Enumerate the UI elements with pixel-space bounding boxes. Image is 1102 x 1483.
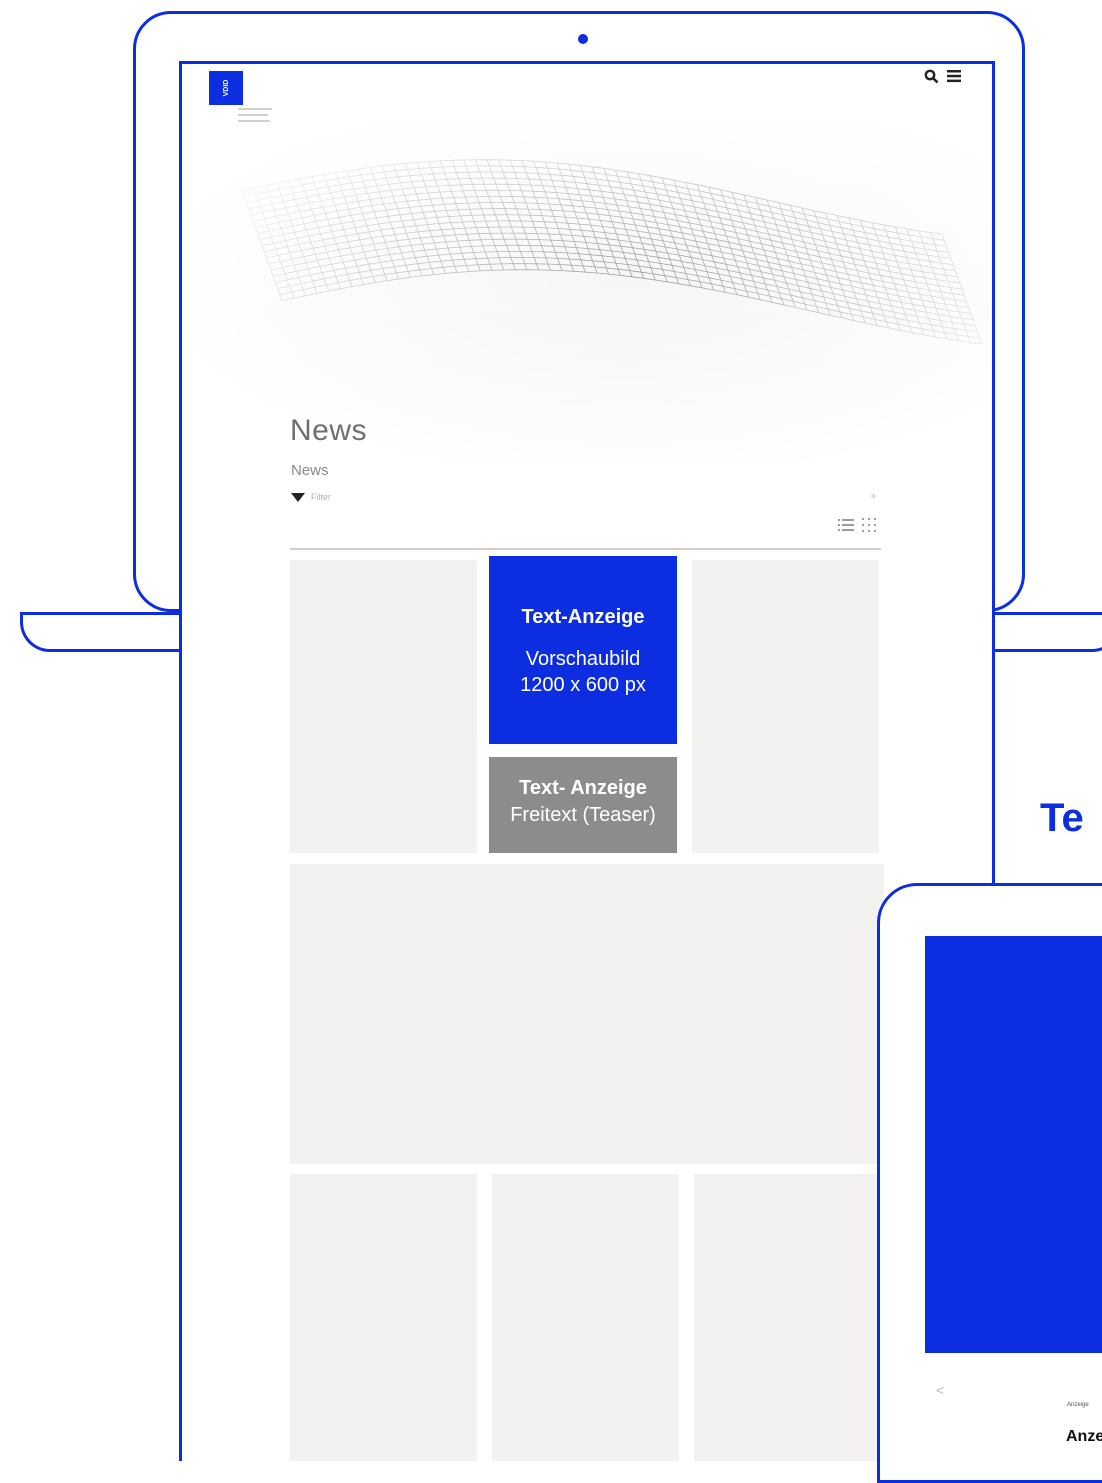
divider: [290, 548, 881, 550]
news-card-placeholder[interactable]: [492, 1174, 679, 1461]
laptop-screen: VDID News News Filter + Text-Anzeige Vor…: [179, 61, 995, 1461]
tablet-nav-arrow-icon[interactable]: <: [936, 1382, 944, 1398]
filter-label: Filter: [311, 492, 331, 502]
view-toggle: [838, 518, 876, 532]
text-ad-preview-image[interactable]: Text-Anzeige Vorschaubild 1200 x 600 px: [489, 556, 677, 744]
plus-icon[interactable]: +: [870, 489, 877, 503]
hero-wave-image: [182, 124, 992, 464]
breadcrumb[interactable]: News: [291, 462, 329, 479]
list-view-icon[interactable]: [838, 518, 854, 532]
vdid-logo[interactable]: VDID: [209, 71, 243, 105]
news-card-placeholder[interactable]: [290, 560, 477, 853]
teaser-subtitle: Freitext (Teaser): [510, 804, 656, 826]
camera-dot: [578, 34, 588, 44]
filter-icon: [291, 492, 305, 502]
hamburger-menu-icon[interactable]: [947, 69, 961, 83]
page-title: News: [290, 414, 368, 447]
tablet-ad-image: [925, 936, 1102, 1353]
side-heading: Te: [1040, 796, 1084, 840]
grid-view-icon[interactable]: [862, 518, 876, 532]
news-card-placeholder[interactable]: [692, 560, 879, 853]
tablet-ad-heading: Anze: [1066, 1428, 1102, 1445]
filter-button[interactable]: Filter: [291, 492, 331, 502]
text-ad-teaser[interactable]: Text- Anzeige Freitext (Teaser): [489, 757, 677, 853]
ad-image-size: 1200 x 600 px: [520, 674, 646, 696]
laptop-base-right: [992, 612, 1102, 652]
laptop-base-left: [20, 612, 182, 652]
news-banner-placeholder[interactable]: [290, 864, 884, 1164]
tablet-ad-label: Anzeige: [1067, 1402, 1089, 1408]
logo-text: VDID: [222, 79, 230, 97]
header-icons: [924, 69, 961, 84]
ad-image-label: Vorschaubild: [525, 648, 641, 670]
news-card-placeholder[interactable]: [694, 1174, 881, 1461]
news-card-placeholder[interactable]: [290, 1174, 477, 1461]
ad-title: Text-Anzeige: [521, 606, 645, 628]
teaser-title: Text- Anzeige: [519, 777, 647, 799]
search-icon[interactable]: [924, 69, 939, 84]
